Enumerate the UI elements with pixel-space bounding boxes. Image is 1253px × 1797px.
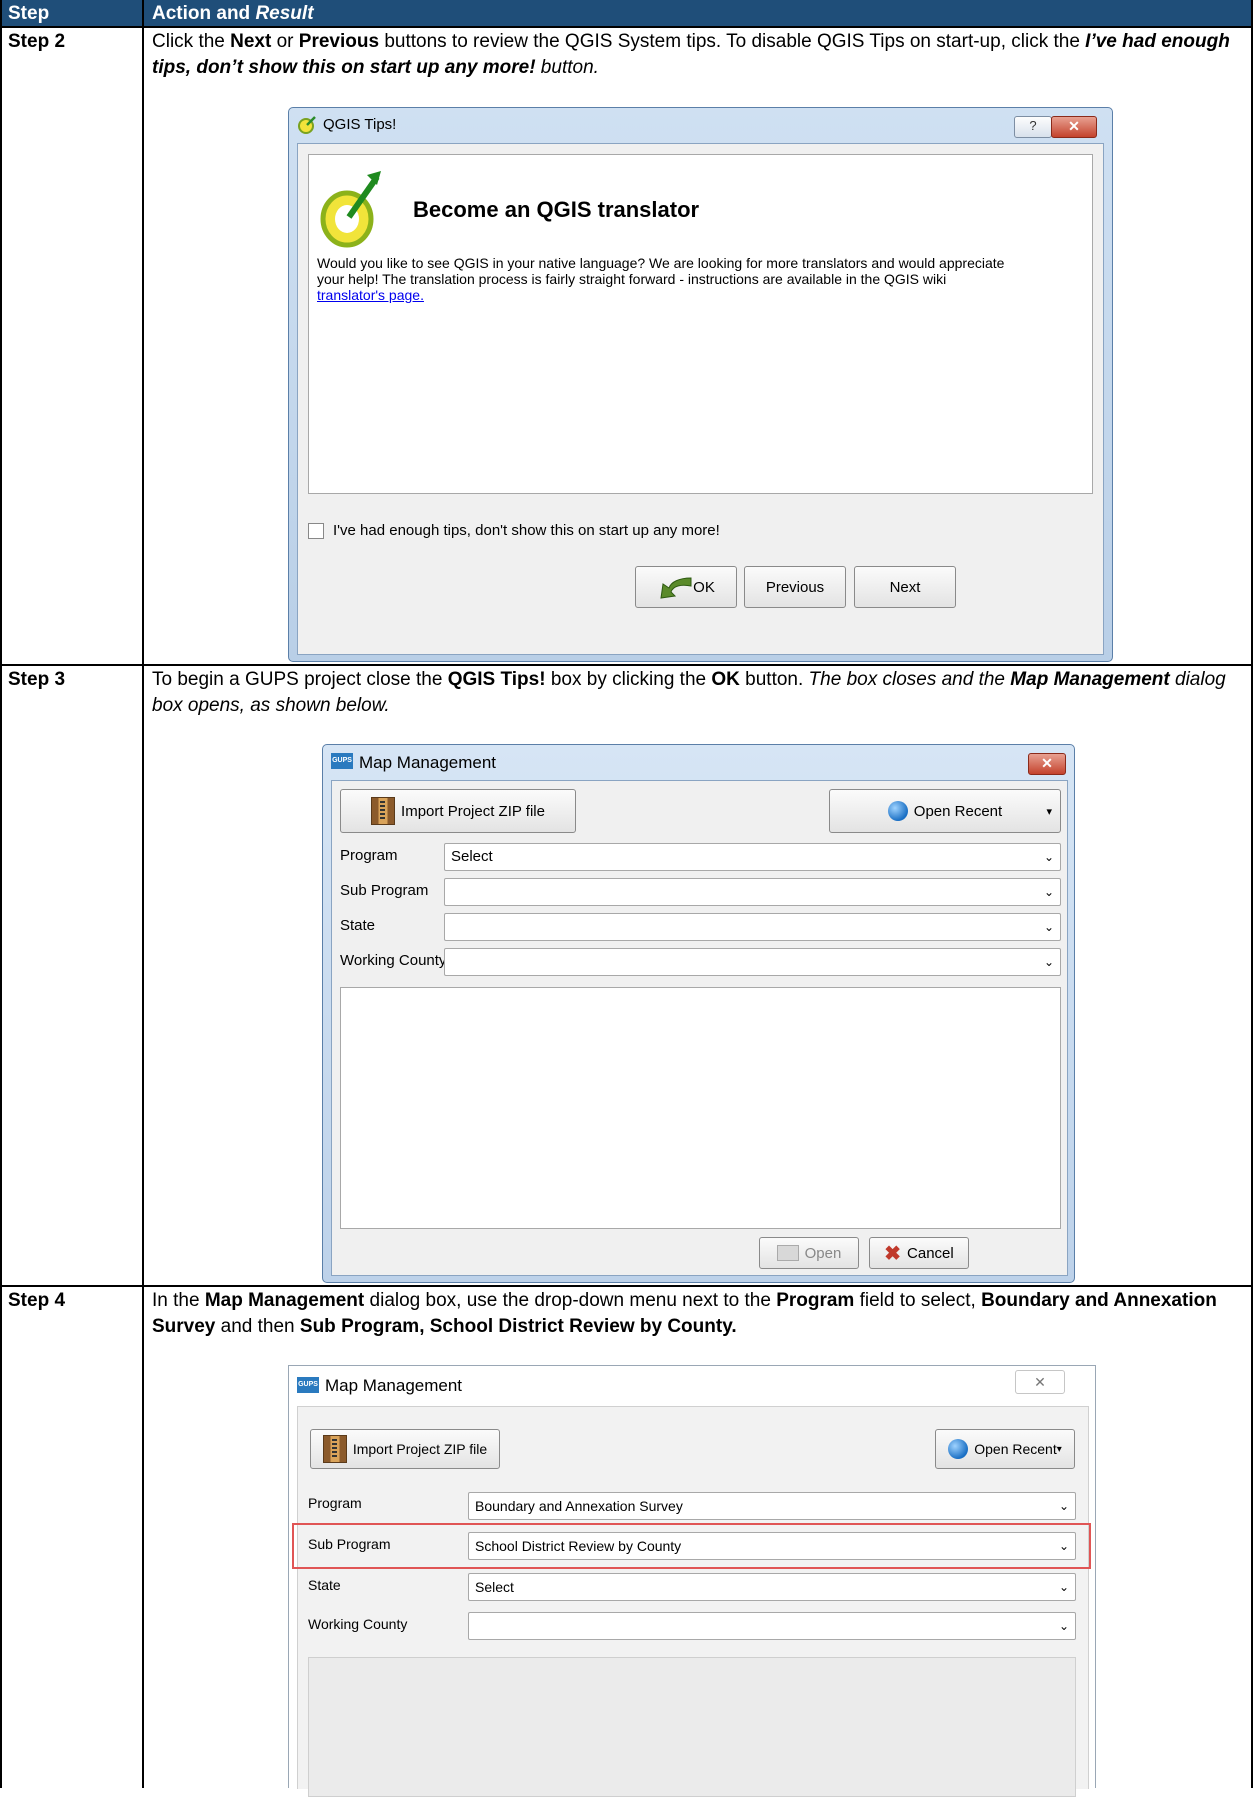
table-column-divider [142,0,144,1788]
header-step: Step [8,3,50,24]
chevron-down-icon: ▾ [1056,1443,1062,1455]
working-county-label: Working County [340,952,447,969]
translator-page-link[interactable]: translator's page. [317,287,424,303]
chevron-down-icon: ⌄ [1043,850,1054,864]
import-label: Import Project ZIP file [352,1441,488,1457]
close-button[interactable]: ✕ [1015,1370,1065,1394]
qgis-logo-icon [297,115,317,135]
program-dropdown[interactable]: Select ⌄ [444,843,1061,871]
chevron-down-icon: ⌄ [1043,885,1054,899]
open-recent-button[interactable]: Open Recent ▾ [829,789,1061,833]
step4-instruction: In the Map Management dialog box, use th… [152,1290,1217,1337]
cancel-label: Cancel [907,1244,954,1262]
map-management-dialog: GUPS Map Management ✕ Import Project ZIP… [322,744,1075,1283]
checkbox-label: I've had enough tips, don't show this on… [333,522,720,539]
chevron-down-icon: ⌄ [1058,1619,1069,1633]
row-divider [0,1285,1253,1287]
tip-body: Would you like to see QGIS in your nativ… [317,255,1005,303]
window-title: Map Management [325,1376,463,1395]
cancel-button[interactable]: ✖ Cancel [869,1237,969,1269]
sub-program-dropdown[interactable]: School District Review by County ⌄ [468,1532,1076,1560]
ok-button[interactable]: OK [635,566,737,608]
window-title: QGIS Tips! [323,116,397,133]
folder-icon [776,1245,799,1261]
ok-label: OK [693,578,715,596]
sub-program-label: Sub Program [308,1536,391,1552]
open-label: Open [804,1244,842,1262]
import-label: Import Project ZIP file [401,802,545,820]
program-label: Program [340,847,398,864]
chevron-down-icon: ⌄ [1043,920,1054,934]
dialog-body: Import Project ZIP file Open Recent ▾ Pro… [331,780,1068,1276]
gups-icon: GUPS [297,1376,325,1394]
import-project-zip-button[interactable]: Import Project ZIP file [310,1429,500,1469]
chevron-down-icon: ⌄ [1043,955,1054,969]
cancel-x-icon: ✖ [884,1242,902,1265]
dialog-body: Become an QGIS translator Would you like… [297,143,1104,655]
step-label: Step 2 [8,31,66,52]
zip-file-icon [322,1435,347,1463]
state-dropdown[interactable]: ⌄ [444,913,1061,941]
working-county-dropdown[interactable]: ⌄ [444,948,1061,976]
row-divider [0,26,1253,28]
program-dropdown[interactable]: Boundary and Annexation Survey ⌄ [468,1492,1076,1520]
dialog-body: Import Project ZIP file Open Recent ▾ Pro… [292,1406,1091,1797]
open-button[interactable]: Open [759,1237,859,1269]
program-label: Program [308,1495,362,1511]
working-county-label: Working County [308,1616,408,1632]
step-label: Step 4 [8,1290,66,1311]
previous-button[interactable]: Previous [744,566,846,608]
next-button[interactable]: Next [854,566,956,608]
row-divider [0,664,1253,666]
qgis-logo-icon [317,169,385,249]
zip-file-icon [371,797,396,825]
dont-show-tips-checkbox[interactable] [308,523,324,539]
tip-heading: Become an QGIS translator [413,197,700,222]
working-county-dropdown[interactable]: ⌄ [468,1612,1076,1640]
import-project-zip-button[interactable]: Import Project ZIP file [340,789,576,833]
results-panel [308,1657,1076,1797]
close-button[interactable]: ✕ [1028,753,1066,775]
ok-arrow-icon [660,577,692,599]
open-recent-label: Open Recent [974,1441,1057,1457]
header-action: Action and Result [152,3,314,24]
globe-icon [887,801,908,821]
sub-program-dropdown[interactable]: ⌄ [444,878,1061,906]
instruction-table: Step Action and Result Step 2 Step 3 Ste… [0,0,1253,1797]
open-recent-label: Open Recent [913,802,1003,820]
help-button[interactable]: ? [1014,116,1052,138]
chevron-down-icon: ⌄ [1058,1580,1069,1594]
step-label: Step 3 [8,669,66,690]
step3-instruction: To begin a GUPS project close the QGIS T… [152,669,1226,716]
state-label: State [308,1577,341,1593]
chevron-down-icon: ⌄ [1058,1539,1069,1553]
qgis-tips-dialog: QGIS Tips! ? ✕ Become an QGIS translator… [288,107,1113,662]
table-header: Step Action and Result [0,0,1253,26]
globe-icon [948,1439,969,1459]
step2-instruction: Click the Next or Previous buttons to re… [152,31,1230,78]
gups-icon: GUPS [331,752,359,770]
window-title: Map Management [359,753,497,772]
state-dropdown[interactable]: Select ⌄ [468,1573,1076,1601]
results-panel [340,987,1061,1229]
open-recent-button[interactable]: Open Recent ▾ [935,1429,1075,1469]
chevron-down-icon: ⌄ [1058,1499,1069,1513]
sub-program-label: Sub Program [340,882,429,899]
close-button[interactable]: ✕ [1051,116,1097,138]
state-label: State [340,917,376,934]
tip-panel: Become an QGIS translator Would you like… [308,154,1093,494]
table-border-left [0,0,2,1788]
map-management-dialog-filled: GUPS Map Management ✕ Import Project ZIP… [288,1365,1096,1797]
chevron-down-icon: ▾ [1046,805,1052,818]
